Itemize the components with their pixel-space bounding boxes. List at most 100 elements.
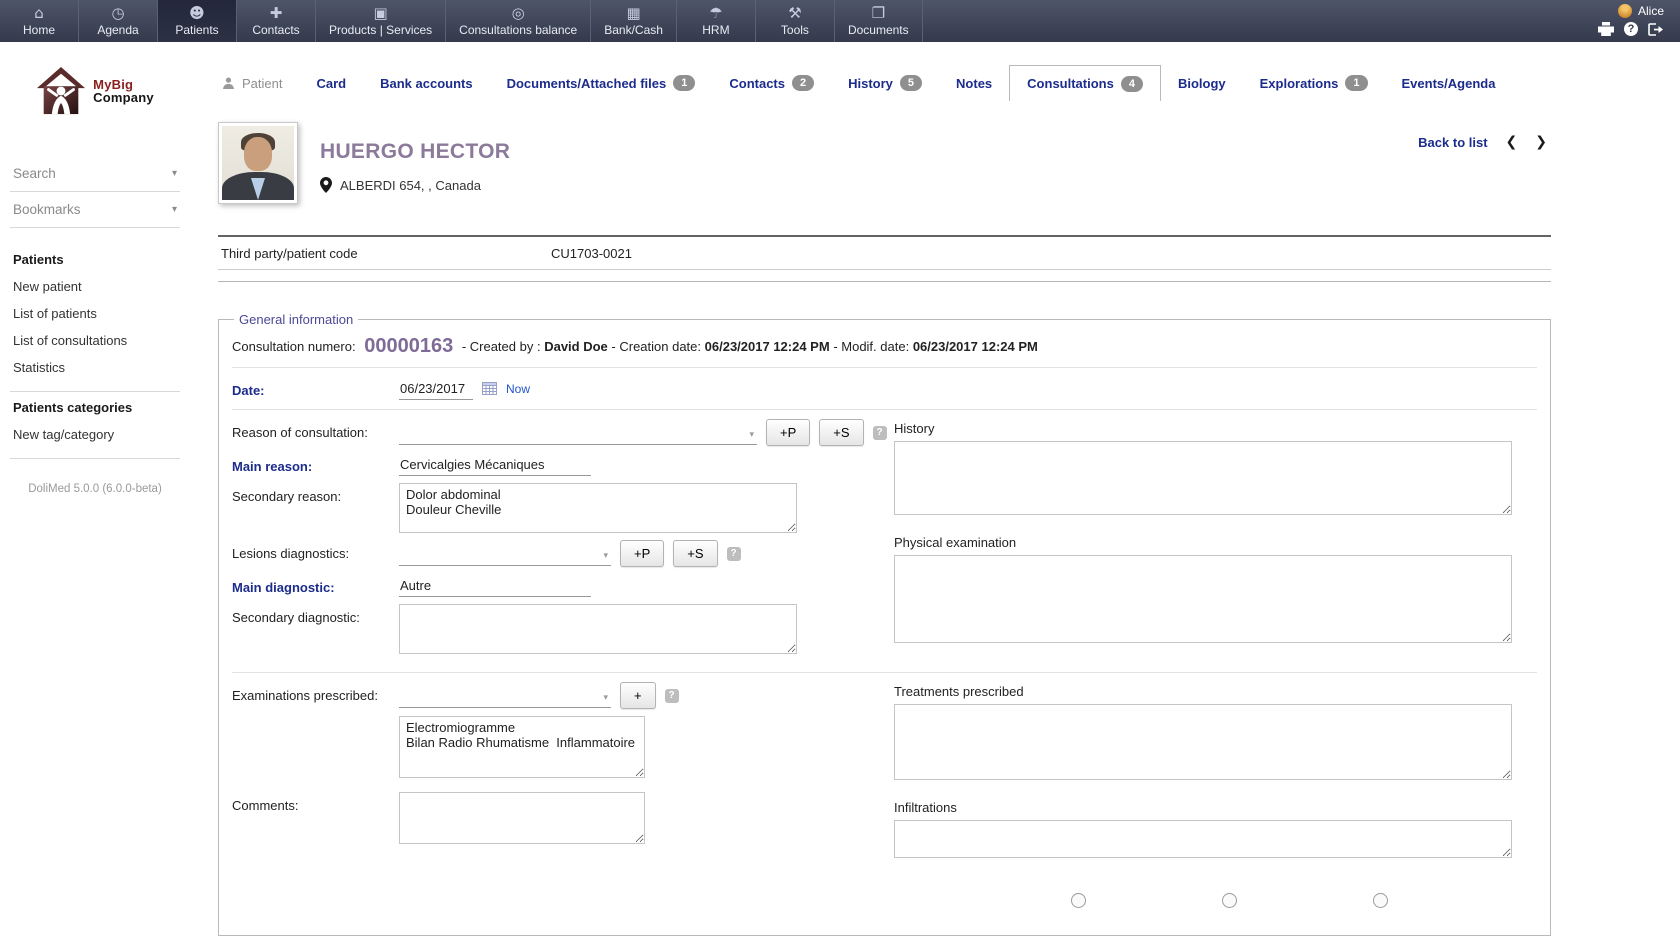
rating-radio-group <box>1071 893 1388 908</box>
add-principal-button[interactable]: +P <box>766 419 811 446</box>
tab-documents[interactable]: Documents/Attached files 1 <box>490 65 713 101</box>
menu-title-patients: Patients <box>13 252 64 267</box>
add-principal-button[interactable]: +P <box>620 540 665 567</box>
help-icon[interactable]: ? <box>872 425 887 440</box>
company-logo-icon <box>36 66 86 116</box>
search-label: Search <box>13 166 56 181</box>
help-icon[interactable]: ? <box>664 688 679 703</box>
radio-button[interactable] <box>1071 893 1086 908</box>
nav-item-bank-cash[interactable]: ▦ Bank/Cash <box>591 0 677 42</box>
physical-examination-textarea[interactable] <box>894 555 1512 643</box>
tab-contacts[interactable]: Contacts 2 <box>712 65 831 101</box>
tab-bank-accounts[interactable]: Bank accounts <box>363 65 489 101</box>
back-to-list-link[interactable]: Back to list <box>1418 135 1487 150</box>
add-examination-button[interactable]: + <box>620 682 656 709</box>
stethoscope-icon: ✚ <box>269 4 283 22</box>
infiltrations-textarea[interactable] <box>894 820 1512 858</box>
logout-icon[interactable] <box>1648 22 1664 36</box>
physical-examination-group: Physical examination <box>894 535 1522 646</box>
nav-item-consultations-balance[interactable]: ◎ Consultations balance <box>446 0 592 42</box>
add-secondary-button[interactable]: +S <box>673 540 718 567</box>
sidebar-item-list-of-consultations[interactable]: List of consultations <box>13 327 177 354</box>
examinations-label: Examinations prescribed: <box>232 688 378 703</box>
radio-button[interactable] <box>1222 893 1237 908</box>
main-reason-input[interactable] <box>399 453 591 476</box>
consultation-meta-line: Consultation numero: 00000163 - Created … <box>232 335 1038 357</box>
creation-date-value: 06/23/2017 12:24 PM <box>704 339 830 354</box>
tab-biology[interactable]: Biology <box>1161 65 1243 101</box>
nav-item-agenda[interactable]: ◷ Agenda <box>79 0 158 42</box>
user-name: Alice <box>1637 4 1664 18</box>
secondary-reason-label: Secondary reason: <box>232 489 342 504</box>
previous-record-icon[interactable]: ❮ <box>1506 134 1518 150</box>
secondary-diagnostic-textarea[interactable] <box>399 604 797 654</box>
sidebar: MyBig Company Search ▾ Bookmarks ▾ Patie… <box>0 42 190 936</box>
treatments-prescribed-textarea[interactable] <box>894 704 1512 780</box>
history-group: History <box>894 421 1522 518</box>
add-secondary-button[interactable]: +S <box>819 419 864 446</box>
examinations-textarea[interactable]: Electromiogramme Bilan Radio Rhumatisme … <box>399 716 645 778</box>
divider <box>10 391 180 392</box>
comments-textarea[interactable] <box>399 792 645 844</box>
search-dropdown[interactable]: Search ▾ <box>10 156 180 192</box>
nav-item-hrm[interactable]: ☂ HRM <box>677 0 756 42</box>
nav-label: Products | Services <box>329 23 433 37</box>
table-row: Third party/patient code CU1703-0021 <box>218 237 1551 270</box>
tab-history[interactable]: History 5 <box>831 65 939 101</box>
now-link[interactable]: Now <box>506 382 530 396</box>
tab-events-agenda[interactable]: Events/Agenda <box>1385 65 1513 101</box>
patient-photo <box>218 122 298 204</box>
nav-item-products-services[interactable]: ▣ Products | Services <box>316 0 447 42</box>
sidebar-item-statistics[interactable]: Statistics <box>13 354 177 381</box>
next-record-icon[interactable]: ❯ <box>1535 134 1547 150</box>
help-icon[interactable]: ? <box>726 546 741 561</box>
nav-label: Bank/Cash <box>604 23 663 37</box>
calendar-icon[interactable] <box>482 382 497 395</box>
print-icon[interactable] <box>1598 22 1614 36</box>
nav-item-tools[interactable]: ⚒ Tools <box>756 0 835 42</box>
sidebar-item-new-patient[interactable]: New patient <box>13 273 177 300</box>
nav-item-home[interactable]: ⌂ Home <box>0 0 79 42</box>
nav-item-patients[interactable]: ☻ Patients <box>158 0 237 42</box>
patient-meta: HUERGO HECTOR ALBERDI 654, , Canada <box>320 122 510 204</box>
home-icon: ⌂ <box>34 4 44 22</box>
nav-label: Agenda <box>97 23 139 37</box>
history-label: History <box>894 421 935 436</box>
date-row: Date: Now <box>232 377 1537 400</box>
divider <box>232 367 1537 368</box>
physical-examination-label: Physical examination <box>894 535 1017 550</box>
tab-patient[interactable]: Patient <box>218 65 299 101</box>
treatments-prescribed-label: Treatments prescribed <box>894 684 1024 699</box>
user-menu[interactable]: Alice <box>1617 4 1664 18</box>
help-icon[interactable]: ? <box>1624 22 1638 36</box>
sidebar-item-new-tag-category[interactable]: New tag/category <box>13 421 177 448</box>
nav-label: Home <box>22 23 55 37</box>
tab-explorations[interactable]: Explorations 1 <box>1243 65 1385 101</box>
section-legend: General information <box>239 312 354 327</box>
treatments-prescribed-group: Treatments prescribed <box>894 684 1522 783</box>
main-diagnostic-input[interactable] <box>399 574 591 597</box>
tab-card[interactable]: Card <box>299 65 363 101</box>
nav-item-contacts[interactable]: ✚ Contacts <box>237 0 316 42</box>
lesions-select[interactable]: ▾ <box>399 541 611 566</box>
person-icon <box>222 77 235 90</box>
badge-count: 4 <box>1120 75 1143 92</box>
radio-button[interactable] <box>1373 893 1388 908</box>
history-textarea[interactable] <box>894 441 1512 515</box>
divider <box>10 458 180 459</box>
bookmarks-dropdown[interactable]: Bookmarks ▾ <box>10 192 180 228</box>
sidebar-item-list-of-patients[interactable]: List of patients <box>13 300 177 327</box>
user-avatar <box>1617 4 1632 18</box>
nav-item-documents[interactable]: ❐ Documents <box>835 0 923 42</box>
secondary-reason-textarea[interactable]: Dolor abdominal Douleur Cheville <box>399 483 797 533</box>
main-reason-row: Main reason: <box>232 453 894 476</box>
date-input[interactable] <box>399 377 473 400</box>
reason-select[interactable]: ▾ <box>399 420 757 445</box>
tools-icon: ⚒ <box>788 4 802 22</box>
nav-label: Contacts <box>252 23 300 37</box>
examinations-select[interactable]: ▾ <box>399 683 611 708</box>
tab-notes[interactable]: Notes <box>939 65 1009 101</box>
patient-header: HUERGO HECTOR ALBERDI 654, , Canada Back… <box>218 122 1551 204</box>
reason-label: Reason of consultation: <box>232 425 368 440</box>
tab-consultations[interactable]: Consultations 4 <box>1009 65 1161 101</box>
